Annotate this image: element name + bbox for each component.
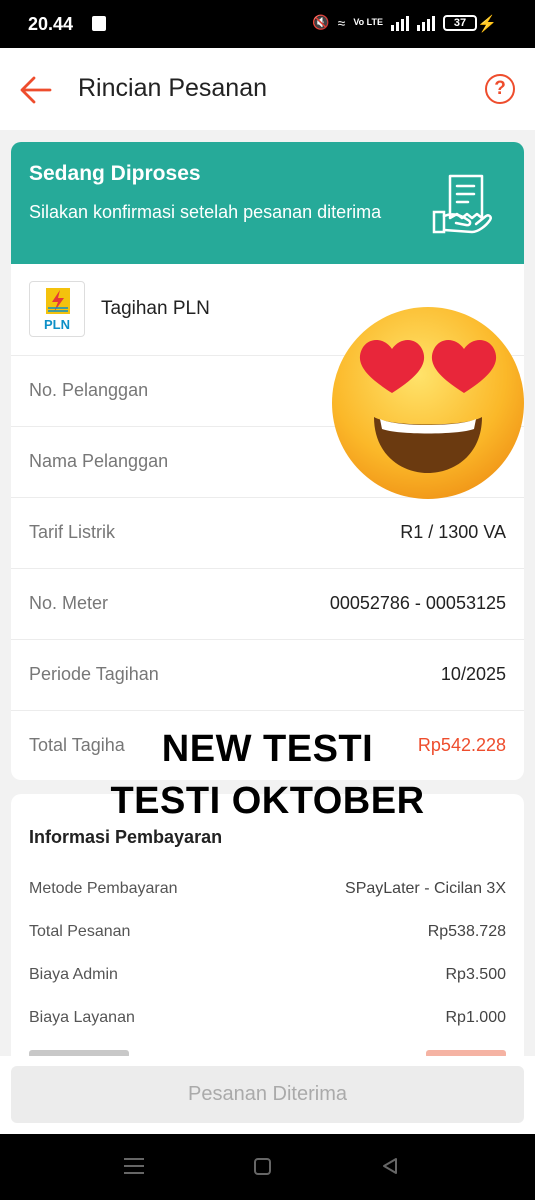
info-row-period: Periode Tagihan 10/2025 <box>11 640 524 711</box>
payment-row-cut-off <box>11 1046 524 1056</box>
info-label: Nama Pelanggan <box>29 451 169 471</box>
payment-label: Metode Pembayaran <box>29 880 178 897</box>
status-bar: 20.44 🔇 ≈ Vo LTE 37 ⚡ <box>0 0 535 48</box>
heart-eyes-emoji <box>332 307 524 499</box>
info-row-tariff: Tarif Listrik R1 / 1300 VA <box>11 498 524 569</box>
pln-bolt-icon <box>46 288 70 314</box>
charging-icon: ⚡ <box>477 16 497 33</box>
payment-info-card: Informasi Pembayaran Metode Pembayaran S… <box>11 794 524 1056</box>
payment-value: Rp1.000 <box>445 1009 507 1026</box>
payment-row-service-fee: Biaya Layanan Rp1.000 <box>11 1005 524 1035</box>
volte-icon: Vo LTE <box>353 17 383 27</box>
system-nav-bar <box>0 1134 535 1200</box>
overlay-text-testi-oktober: TESTI OKTOBER <box>110 780 425 822</box>
payment-row-order-total: Total Pesanan Rp538.728 <box>11 919 524 949</box>
receipt-hand-icon <box>432 174 492 234</box>
product-name: Tagihan PLN <box>101 298 210 319</box>
info-label: No. Meter <box>29 593 109 613</box>
info-label: No. Pelanggan <box>29 380 149 400</box>
payment-value: Rp538.728 <box>427 923 506 940</box>
overlay-text-new-testi: NEW TESTI <box>161 728 374 770</box>
help-icon[interactable]: ? <box>485 74 515 104</box>
payment-row-method: Metode Pembayaran SPayLater - Cicilan 3X <box>11 876 524 906</box>
payment-label: Total Pesanan <box>29 923 131 940</box>
info-row-meter: No. Meter 00052786 - 00053125 <box>11 569 524 640</box>
mute-icon: 🔇 <box>312 14 330 30</box>
back-arrow-icon[interactable] <box>18 72 54 108</box>
payment-title: Informasi Pembayaran <box>29 827 223 847</box>
payment-label: Biaya Admin <box>29 966 118 983</box>
order-received-button[interactable]: Pesanan Diterima <box>11 1066 524 1123</box>
recent-apps-icon[interactable] <box>124 1158 144 1174</box>
shop-notification-icon <box>92 16 106 31</box>
info-label: Tarif Listrik <box>29 522 116 542</box>
info-value: R1 / 1300 VA <box>400 522 506 542</box>
status-time: 20.44 <box>28 14 74 34</box>
wifi-icon: ≈ <box>337 14 346 31</box>
info-label: Periode Tagihan <box>29 664 159 684</box>
payment-value: Rp3.500 <box>445 966 507 983</box>
order-status-banner: Sedang Diproses Silakan konfirmasi setel… <box>11 142 524 264</box>
payment-value: SPayLater - Cicilan 3X <box>345 880 506 897</box>
page-title: Rincian Pesanan <box>78 74 268 102</box>
info-value: 10/2025 <box>440 664 506 684</box>
nav-back-icon[interactable] <box>380 1156 400 1176</box>
pln-logo-text: PLN <box>44 317 70 332</box>
payment-label: Biaya Layanan <box>29 1009 135 1026</box>
pln-logo: PLN <box>29 281 85 337</box>
battery-icon: 37 <box>443 14 477 31</box>
payment-row-admin-fee: Biaya Admin Rp3.500 <box>11 962 524 992</box>
signal-icon <box>391 15 409 31</box>
home-icon[interactable] <box>254 1158 271 1175</box>
bottom-action-bar: Pesanan Diterima <box>0 1056 535 1134</box>
status-title: Sedang Diproses <box>29 162 201 185</box>
status-description: Silakan konfirmasi setelah pesanan diter… <box>29 202 382 222</box>
status-icons: 🔇 ≈ Vo LTE 37 <box>312 14 477 31</box>
signal-icon-2 <box>417 15 435 31</box>
info-value: 00052786 - 00053125 <box>329 593 506 613</box>
app-header: Rincian Pesanan ? <box>0 48 535 130</box>
